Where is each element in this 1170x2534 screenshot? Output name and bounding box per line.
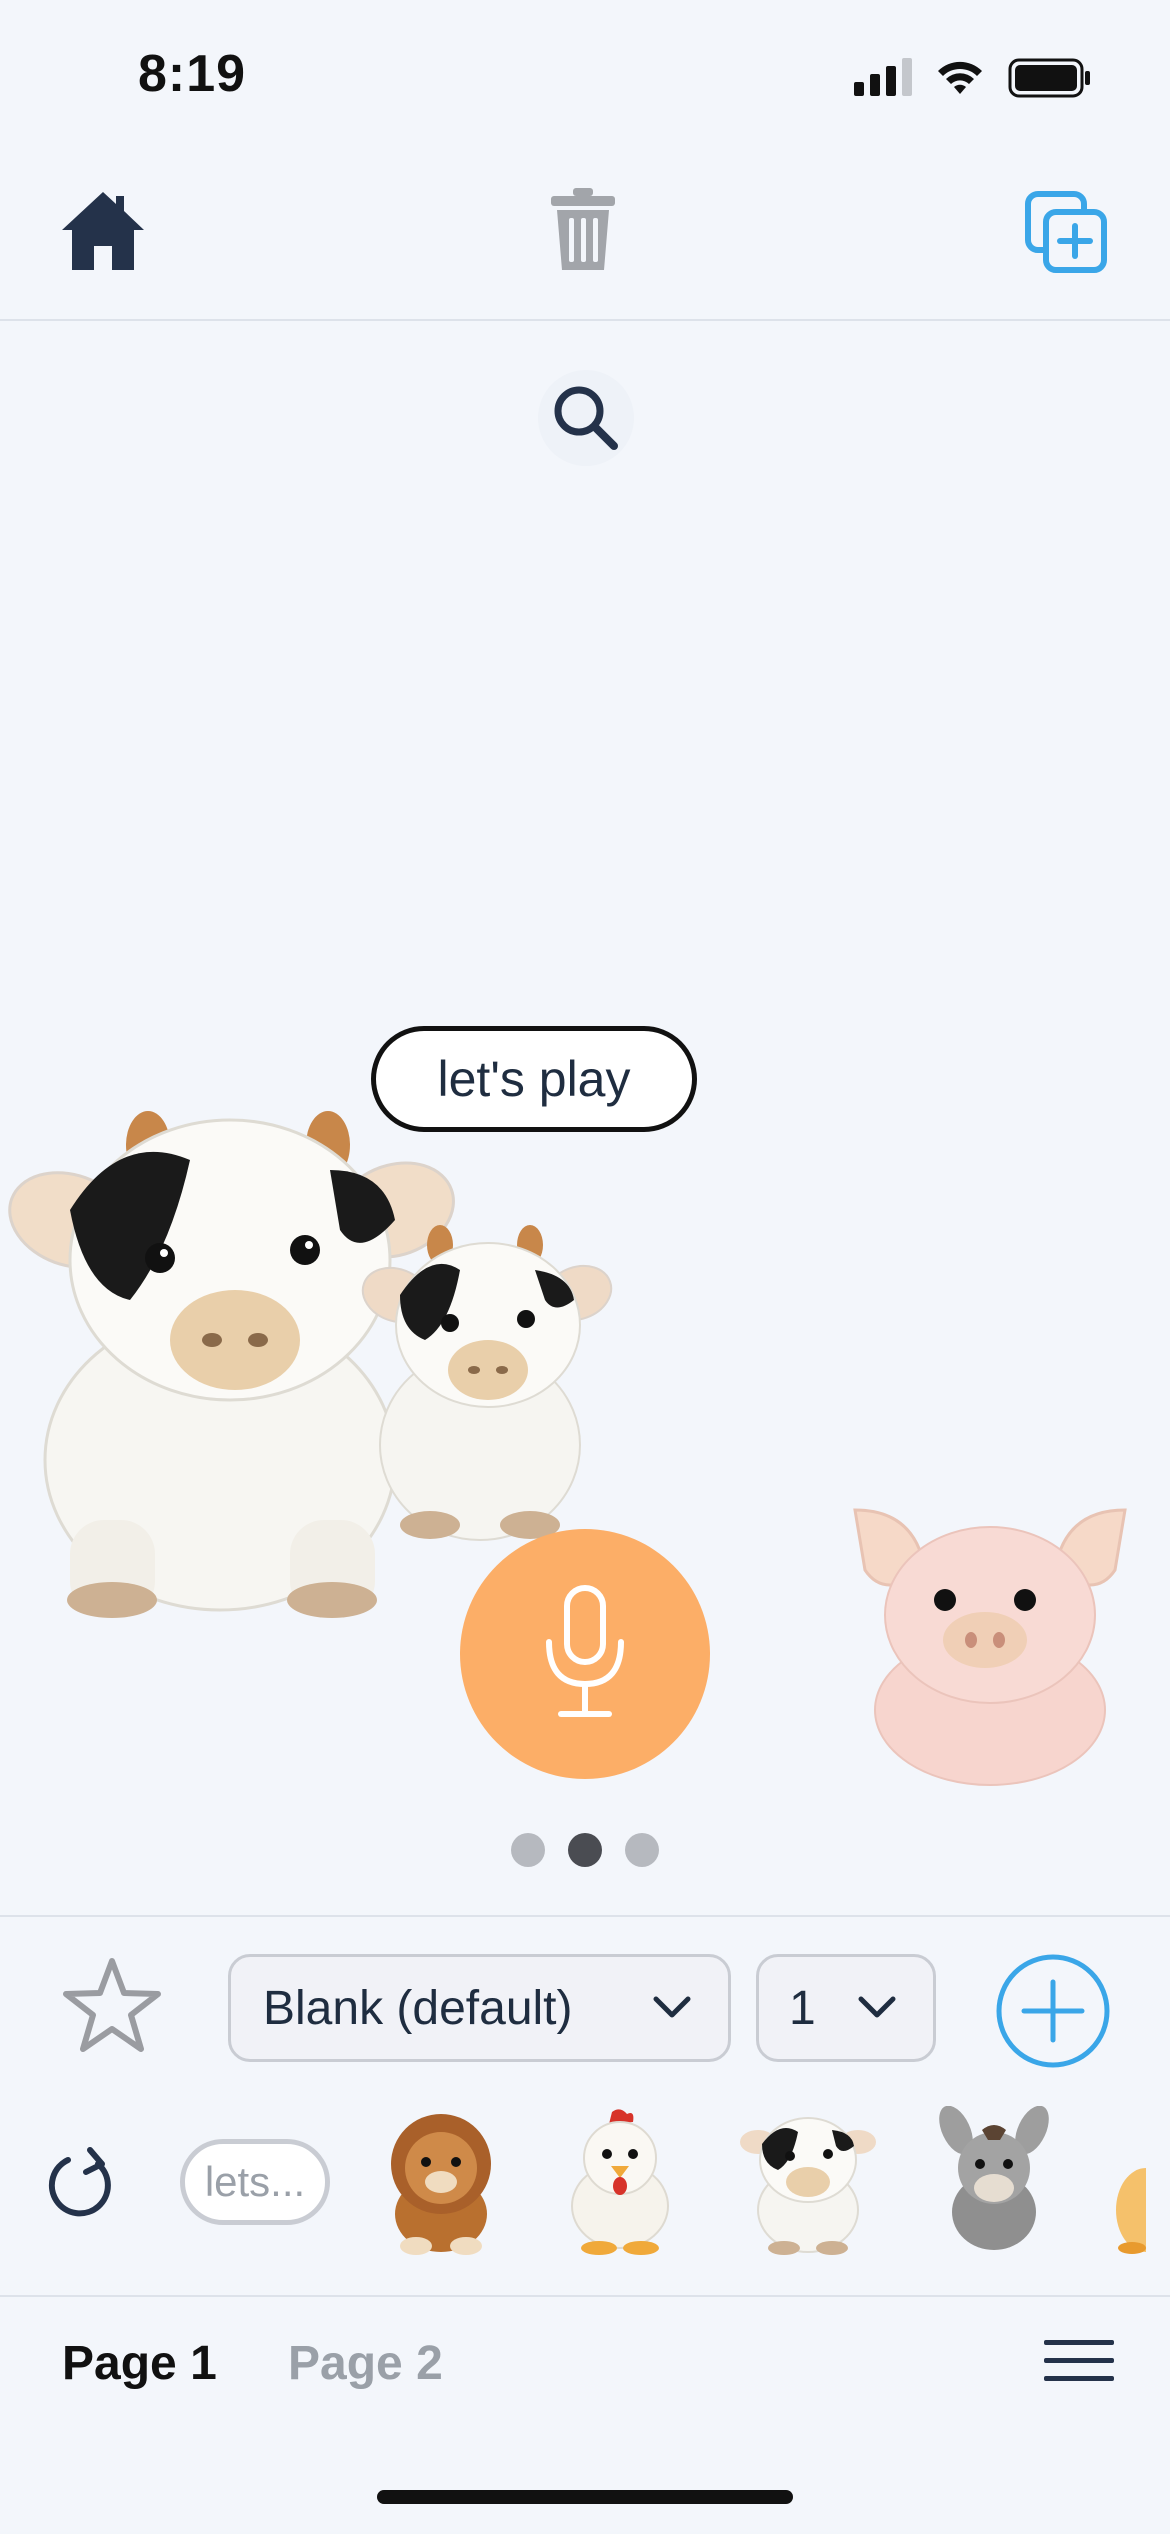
trash-icon[interactable] xyxy=(547,186,619,274)
count-select-value: 1 xyxy=(789,1981,816,2035)
home-icon[interactable] xyxy=(58,188,148,272)
search-button[interactable] xyxy=(538,370,634,466)
search-icon xyxy=(554,386,618,450)
lion-plush-thumbnail[interactable] xyxy=(378,2106,504,2256)
chevron-down-icon xyxy=(653,1996,691,2018)
pig-plush[interactable] xyxy=(845,1500,1135,1790)
page-dot-active[interactable] xyxy=(568,1833,602,1867)
count-select[interactable]: 1 xyxy=(756,1954,936,2062)
microphone-button[interactable] xyxy=(460,1529,710,1779)
page-dot[interactable] xyxy=(511,1833,545,1867)
home-indicator xyxy=(377,2490,793,2504)
battery-icon xyxy=(1008,58,1090,98)
star-icon[interactable] xyxy=(60,1955,164,2057)
phrase-chip[interactable]: lets... xyxy=(180,2139,330,2225)
menu-icon[interactable] xyxy=(1042,2336,1116,2386)
refresh-icon[interactable] xyxy=(46,2144,116,2220)
page-dot[interactable] xyxy=(625,1833,659,1867)
wifi-icon xyxy=(938,61,982,94)
cow-plush-small[interactable] xyxy=(360,1215,620,1555)
tab-page-1[interactable]: Page 1 xyxy=(62,2336,217,2391)
add-copy-icon[interactable] xyxy=(1024,190,1108,274)
voice-select-value: Blank (default) xyxy=(263,1981,573,2035)
tab-page-2[interactable]: Page 2 xyxy=(288,2336,443,2391)
cellular-signal-icon xyxy=(854,58,912,96)
chicken-plush-thumbnail[interactable] xyxy=(557,2106,683,2256)
duck-plush-thumbnail[interactable] xyxy=(1110,2140,1146,2256)
status-time: 8:19 xyxy=(138,45,247,103)
chevron-down-icon xyxy=(858,1996,896,2018)
add-icon[interactable] xyxy=(994,1952,1112,2070)
donkey-plush-thumbnail[interactable] xyxy=(934,2106,1054,2256)
cow-plush-thumbnail[interactable] xyxy=(740,2106,876,2256)
voice-select[interactable]: Blank (default) xyxy=(228,1954,731,2062)
microphone-icon xyxy=(546,1585,624,1717)
